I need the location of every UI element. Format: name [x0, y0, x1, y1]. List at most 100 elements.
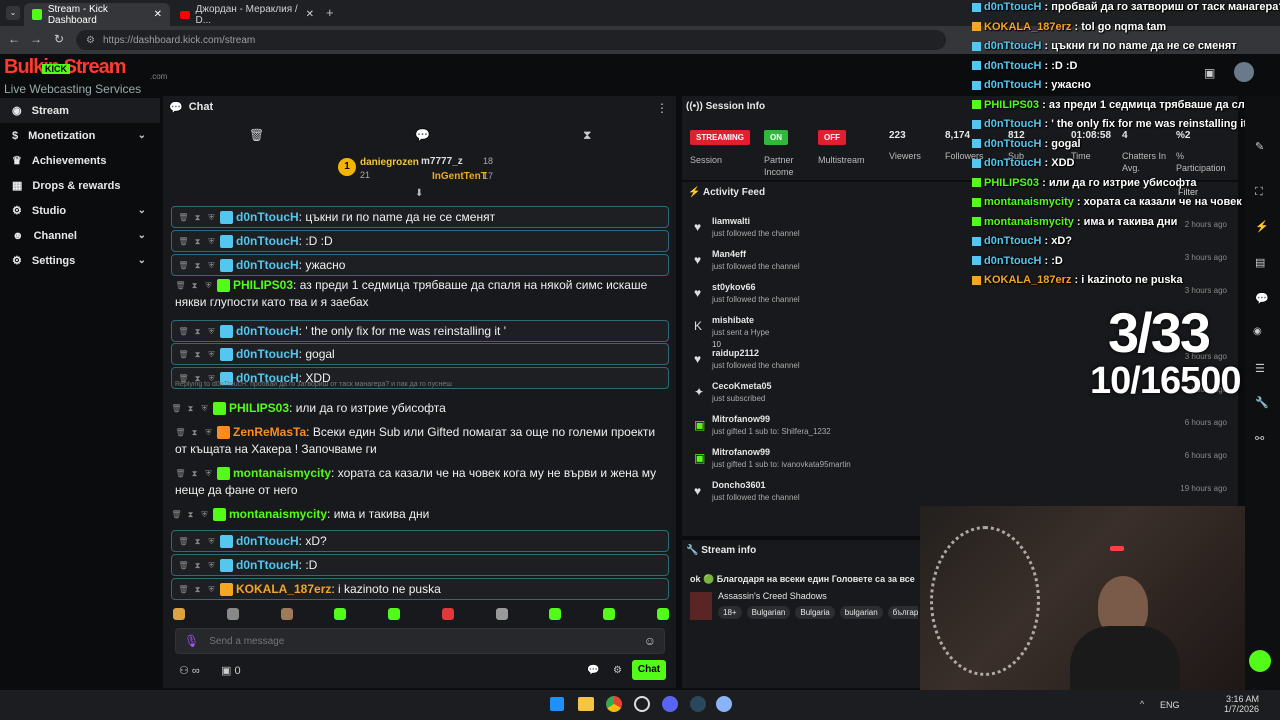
avatar[interactable] — [1234, 62, 1254, 82]
sidebar-item-studio[interactable]: ⚙ Studio ⌄ — [0, 198, 160, 223]
activity-name[interactable]: Man4eff — [712, 249, 746, 259]
leader-name[interactable]: m7777_z — [421, 156, 463, 167]
chat-username[interactable]: d0nTtoucH — [236, 258, 299, 272]
site-info-icon[interactable]: ⚙ — [86, 35, 95, 46]
close-icon[interactable]: ✕ — [306, 9, 314, 20]
activity-name[interactable]: CecoKmeta05 — [712, 381, 772, 391]
delete-icon[interactable]: 🗑 — [178, 560, 189, 571]
screen-icon[interactable]: ⛶ — [1255, 186, 1263, 199]
ban-icon[interactable]: ⛨ — [206, 584, 217, 595]
broadcast-icon[interactable]: ◉ — [1253, 326, 1262, 337]
new-tab-icon[interactable]: + — [326, 5, 334, 20]
obs-icon[interactable] — [634, 696, 650, 712]
infinity-icon[interactable]: ⚇ ∞ — [179, 664, 200, 677]
mic-icon[interactable]: 🎙 — [184, 634, 199, 648]
timeout-icon[interactable]: ⧗ — [189, 280, 200, 291]
delete-icon[interactable]: 🗑 — [175, 427, 186, 438]
more-options-icon[interactable]: ⋮ — [656, 101, 668, 115]
ban-icon[interactable]: ⛨ — [203, 427, 214, 438]
hourglass-icon[interactable]: ⧗ — [583, 128, 591, 143]
ban-icon[interactable]: ⛨ — [206, 260, 217, 271]
chat-username[interactable]: KOKALA_187erz — [236, 582, 331, 596]
timeout-icon[interactable]: ⧗ — [192, 536, 203, 547]
share-icon[interactable]: ⚯ — [1255, 432, 1264, 445]
ban-icon[interactable]: ⛨ — [199, 509, 210, 520]
emote-icon[interactable] — [656, 608, 669, 620]
timeout-icon[interactable]: ⧗ — [189, 468, 200, 479]
sidebar-item-monetization[interactable]: $ Monetization ⌄ — [0, 123, 160, 148]
emote-icon[interactable] — [226, 608, 239, 620]
app-icon[interactable] — [716, 696, 732, 712]
ban-icon[interactable]: ⛨ — [199, 403, 210, 414]
scroll-down-icon[interactable]: ⬇ — [415, 188, 423, 199]
logo[interactable]: Bulkin Stream KICK .com Live Webcasting … — [4, 56, 174, 96]
leader-name[interactable]: daniegrozen — [360, 157, 419, 168]
wrench-icon[interactable]: 🔧 — [1255, 396, 1269, 409]
browser-tab-youtube[interactable]: Джордан - Мераклия / D... ✕ — [172, 3, 322, 26]
activity-name[interactable]: Doncho3601 — [712, 480, 766, 490]
delete-icon[interactable]: 🗑 — [178, 536, 189, 547]
delete-icon[interactable]: 🗑 — [178, 212, 189, 223]
chat-icon[interactable]: 💬 — [415, 128, 430, 142]
steam-icon[interactable] — [690, 696, 706, 712]
pencil-icon[interactable]: ✎ — [1255, 140, 1264, 153]
emote-icon[interactable] — [603, 608, 616, 620]
emote-icon[interactable] — [388, 608, 401, 620]
timeout-icon[interactable]: ⧗ — [192, 260, 203, 271]
activity-name[interactable]: raidup2112 — [712, 348, 759, 358]
delete-icon[interactable]: 🗑 — [171, 509, 182, 520]
browser-tab-kick[interactable]: Stream - Kick Dashboard ✕ — [24, 3, 170, 26]
timeout-icon[interactable]: ⧗ — [185, 509, 196, 520]
chat-username[interactable]: PHILIPS03 — [229, 401, 289, 415]
bolt-icon[interactable]: ⚡ — [1255, 220, 1269, 233]
emote-icon[interactable] — [334, 608, 347, 620]
stream-tag[interactable]: българ — [887, 606, 918, 619]
chat-icon[interactable]: 💬 — [1255, 292, 1269, 305]
timeout-icon[interactable]: ⧗ — [192, 349, 203, 360]
chat-username[interactable]: d0nTtoucH — [236, 324, 299, 338]
ban-icon[interactable]: ⛨ — [206, 212, 217, 223]
chat-username[interactable]: d0nTtoucH — [236, 234, 299, 248]
chat-username[interactable]: ZenReMasTa — [233, 425, 306, 439]
timeout-icon[interactable]: ⧗ — [189, 427, 200, 438]
sidebar-item-achievements[interactable]: ♛ Achievements — [0, 148, 160, 173]
timeout-icon[interactable]: ⧗ — [192, 326, 203, 337]
url-field[interactable]: ⚙ https://dashboard.kick.com/stream — [76, 30, 946, 50]
chat-username[interactable]: d0nTtoucH — [236, 558, 299, 572]
chat-settings-icon[interactable]: 💬 — [587, 665, 599, 676]
file-explorer-icon[interactable] — [578, 697, 594, 711]
activity-name[interactable]: st0ykov66 — [712, 282, 756, 292]
stream-tag[interactable]: bulgarian — [839, 606, 883, 619]
clock[interactable]: 3:16 AM 1/7/2026 — [1224, 694, 1259, 714]
chat-username[interactable]: PHILIPS03 — [233, 278, 293, 292]
reload-icon[interactable]: ↻ — [54, 32, 64, 46]
emoji-icon[interactable]: ☺ — [644, 634, 656, 648]
stream-tag[interactable]: Bulgarian — [746, 606, 791, 619]
timeout-icon[interactable]: ⧗ — [185, 403, 196, 414]
activity-name[interactable]: Mitrofanow99 — [712, 414, 770, 424]
delete-icon[interactable]: 🗑 — [171, 403, 182, 414]
emote-icon[interactable] — [495, 608, 508, 620]
chat-username[interactable]: montanaismycity — [229, 507, 327, 521]
ban-icon[interactable]: ⛨ — [206, 236, 217, 247]
windows-start-icon[interactable] — [550, 697, 564, 711]
stream-tag[interactable]: Bulgaria — [795, 606, 835, 619]
timeout-icon[interactable]: ⧗ — [192, 212, 203, 223]
chat-username[interactable]: d0nTtoucH — [236, 347, 299, 361]
ban-icon[interactable]: ⛨ — [203, 468, 214, 479]
delete-icon[interactable]: 🗑 — [178, 584, 189, 595]
send-button[interactable]: Chat — [632, 660, 666, 680]
chat-username[interactable]: d0nTtoucH — [236, 534, 299, 548]
delete-icon[interactable]: 🗑 — [175, 468, 186, 479]
ban-icon[interactable]: ⛨ — [206, 326, 217, 337]
gift-counter[interactable]: ▣ 0 — [221, 664, 241, 677]
language-indicator[interactable]: ENG — [1160, 700, 1180, 710]
screen-icon[interactable]: ▣ — [1204, 66, 1215, 80]
ban-icon[interactable]: ⛨ — [203, 280, 214, 291]
emote-icon[interactable] — [280, 608, 293, 620]
discord-icon[interactable] — [662, 696, 678, 712]
activity-name[interactable]: Mitrofanow99 — [712, 447, 770, 457]
ban-icon[interactable]: ⛨ — [206, 560, 217, 571]
gear-icon[interactable]: ⚙ — [613, 665, 622, 676]
chat-input-box[interactable]: 🎙 ☺ — [175, 628, 665, 654]
